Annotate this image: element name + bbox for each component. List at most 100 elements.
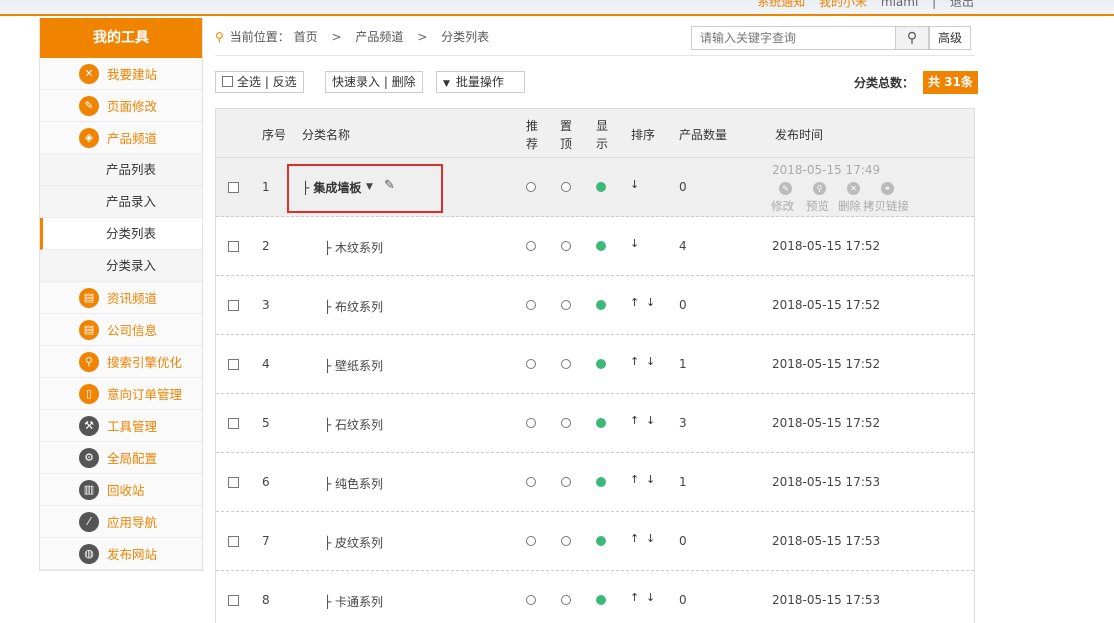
sort-up-icon[interactable]: ↑ [630, 414, 639, 427]
show-status-dot[interactable] [596, 300, 606, 310]
category-name[interactable]: ├ 卡通系列 [324, 593, 383, 610]
my-link[interactable]: 我的小米 [819, 0, 867, 9]
sort-down-icon[interactable]: ↓ [646, 296, 655, 309]
top-radio[interactable] [561, 300, 571, 310]
sort-up-icon[interactable]: ↑ [630, 473, 639, 486]
row-checkbox[interactable] [228, 595, 239, 606]
product-count: 1 [679, 475, 687, 489]
show-status-dot[interactable] [596, 182, 606, 192]
sidebar-item[interactable]: ◍ 发布网站 [40, 538, 202, 570]
recommend-radio[interactable] [526, 300, 536, 310]
sidebar-item-label: 页面修改 [107, 99, 158, 114]
top-radio[interactable] [561, 359, 571, 369]
show-status-dot[interactable] [596, 536, 606, 546]
preview-op-icon[interactable]: ⚲ [813, 182, 826, 195]
sort-down-icon[interactable]: ↓ [646, 414, 655, 427]
sort-up-icon[interactable]: ↑ [630, 591, 639, 604]
sort-down-icon[interactable]: ↓ [646, 473, 655, 486]
sidebar-item[interactable]: ◈ 产品频道 [40, 122, 202, 154]
recommend-radio[interactable] [526, 241, 536, 251]
breadcrumb-home[interactable]: 首页 [294, 30, 318, 44]
sidebar-item[interactable]: ⚒ 工具管理 [40, 410, 202, 442]
select-all-checkbox[interactable] [222, 76, 233, 87]
row-checkbox[interactable] [228, 182, 239, 193]
show-status-dot[interactable] [596, 241, 606, 251]
header-time: 发布时间 [775, 128, 824, 142]
recommend-radio[interactable] [526, 182, 536, 192]
category-name[interactable]: ├ 布纹系列 [324, 298, 383, 315]
sidebar-item[interactable]: ⚙ 全局配置 [40, 442, 202, 474]
breadcrumb-bar: ⚲ 当前位置： 首页 > 产品频道 > 分类列表 ⚲ 高级 [215, 18, 975, 56]
link-op-icon[interactable]: ⚭ [881, 182, 894, 195]
sidebar-item[interactable]: ✕ 我要建站 [40, 58, 202, 90]
sidebar-item[interactable]: ✎ 页面修改 [40, 90, 202, 122]
sort-down-icon[interactable]: ↓ [646, 591, 655, 604]
row-checkbox[interactable] [228, 477, 239, 488]
show-status-dot[interactable] [596, 359, 606, 369]
sort-up-icon[interactable]: ↑ [630, 296, 639, 309]
category-name[interactable]: ├ 皮纹系列 [324, 534, 383, 551]
select-all-button[interactable]: 全选 | 反选 [215, 71, 304, 93]
category-name[interactable]: ├ 纯色系列 [324, 475, 383, 492]
category-name[interactable]: ├ 木纹系列 [324, 239, 383, 256]
show-status-dot[interactable] [596, 477, 606, 487]
sidebar-item[interactable]: ⚲ 搜索引擎优化 [40, 346, 202, 378]
row-checkbox[interactable] [228, 359, 239, 370]
row-num: 1 [262, 180, 270, 194]
header-top-2: 顶 [560, 137, 573, 151]
delete-link[interactable]: 删除 [838, 198, 861, 214]
sidebar-item[interactable]: ⁄ 应用导航 [40, 506, 202, 538]
top-radio[interactable] [561, 536, 571, 546]
publish-time: 2018-05-15 17:52 [772, 239, 881, 253]
wrench-icon: ⚒ [79, 415, 99, 436]
sidebar-item[interactable]: ▯ 意向订单管理 [40, 378, 202, 410]
recommend-radio[interactable] [526, 595, 536, 605]
breadcrumb: ⚲ 当前位置： 首页 > 产品频道 > 分类列表 [215, 28, 489, 45]
sort-down-icon[interactable]: ↓ [646, 532, 655, 545]
notice-link[interactable]: 系统通知 [757, 0, 805, 9]
row-checkbox[interactable] [228, 536, 239, 547]
sidebar-item[interactable]: ▥ 回收站 [40, 474, 202, 506]
batch-operation-dropdown[interactable]: ▼ 批量操作 [436, 71, 525, 93]
top-radio[interactable] [561, 477, 571, 487]
sidebar-subitem[interactable]: 产品列表 [40, 154, 202, 186]
sidebar-subitem[interactable]: 分类列表 [40, 218, 202, 250]
sort-up-icon[interactable]: ↑ [630, 532, 639, 545]
top-radio[interactable] [561, 182, 571, 192]
quick-entry-button[interactable]: 快速录入 | 删除 [325, 71, 423, 93]
category-name[interactable]: ├ 石纹系列 [324, 416, 383, 433]
row-checkbox[interactable] [228, 241, 239, 252]
sort-down-icon[interactable]: ↓ [630, 237, 639, 250]
sidebar-item[interactable]: ▤ 资讯频道 [40, 282, 202, 314]
sidebar-subitem[interactable]: 分类录入 [40, 250, 202, 282]
preview-link[interactable]: 预览 [806, 198, 829, 214]
show-status-dot[interactable] [596, 418, 606, 428]
sidebar-item[interactable]: ▤ 公司信息 [40, 314, 202, 346]
logout-link[interactable]: 退出 [950, 0, 974, 9]
product-count: 3 [679, 416, 687, 430]
product-count: 0 [679, 593, 687, 607]
recommend-radio[interactable] [526, 418, 536, 428]
edit-op-icon[interactable]: ✎ [779, 182, 792, 195]
copy-link[interactable]: 拷贝链接 [863, 198, 909, 214]
edit-link[interactable]: 修改 [771, 198, 794, 214]
top-radio[interactable] [561, 418, 571, 428]
recommend-radio[interactable] [526, 477, 536, 487]
row-checkbox[interactable] [228, 300, 239, 311]
sort-down-icon[interactable]: ↓ [646, 355, 655, 368]
top-radio[interactable] [561, 241, 571, 251]
search-input[interactable] [691, 26, 896, 50]
search-button[interactable]: ⚲ [895, 26, 929, 50]
top-radio[interactable] [561, 595, 571, 605]
breadcrumb-level1[interactable]: 产品频道 [355, 30, 403, 44]
advanced-search-button[interactable]: 高级 [929, 26, 971, 50]
sort-down-icon[interactable]: ↓ [630, 178, 639, 191]
delete-op-icon[interactable]: ✕ [847, 182, 860, 195]
recommend-radio[interactable] [526, 536, 536, 546]
sidebar-subitem[interactable]: 产品录入 [40, 186, 202, 218]
row-checkbox[interactable] [228, 418, 239, 429]
category-name[interactable]: ├ 壁纸系列 [324, 357, 383, 374]
recommend-radio[interactable] [526, 359, 536, 369]
sort-up-icon[interactable]: ↑ [630, 355, 639, 368]
show-status-dot[interactable] [596, 595, 606, 605]
